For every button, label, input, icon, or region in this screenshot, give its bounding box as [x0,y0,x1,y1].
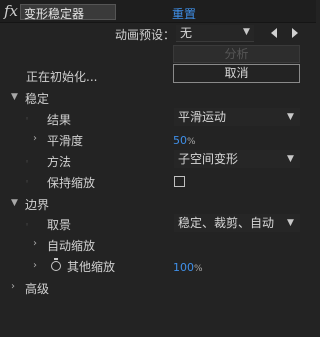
timeline-tick-mark: ◦ [25,221,30,229]
stabilization-section-title[interactable]: 稳定 [25,90,49,107]
framing-label: 取景 [47,218,72,232]
smoothness-unit: % [187,137,196,147]
reset-link[interactable]: 重置 [172,5,196,22]
chevron-down-icon: ▼ [287,112,294,122]
cancel-button[interactable]: 取消 [173,64,300,83]
result-value: 平滑运动 [178,110,227,124]
method-select[interactable]: 子空间变形 [174,150,300,168]
chevron-down-icon[interactable]: ▼ [11,92,18,102]
fx-toggle-icon[interactable]: fx [4,2,18,20]
additional-scale-number[interactable]: 100 [173,261,194,274]
chevron-right-icon[interactable]: › [33,260,37,271]
chevron-right-icon[interactable]: › [33,238,37,249]
result-label: 结果 [47,113,72,127]
stopwatch-icon[interactable] [51,261,61,271]
stopwatch-icon-top [54,258,58,260]
additional-scale-unit: % [194,264,203,274]
method-value: 子空间变形 [178,152,239,166]
chevron-right-icon[interactable]: › [11,281,15,292]
framing-value: 稳定、裁剪、自动 [178,216,275,230]
chevron-down-icon[interactable]: ▼ [11,198,18,208]
previous-preset-icon[interactable] [271,28,277,38]
smoothness-label: 平滑度 [47,134,84,148]
chevron-right-icon[interactable]: › [33,133,37,144]
framing-select[interactable]: 稳定、裁剪、自动 [174,214,300,232]
chevron-down-icon: ▼ [287,154,294,164]
analyze-button[interactable]: 分析 [173,45,300,63]
timeline-tick-mark: ◦ [25,158,30,166]
auto-scale-label[interactable]: 自动缩放 [47,237,95,254]
advanced-section-title[interactable]: 高级 [25,280,49,297]
timeline-tick-mark: ◦ [25,178,30,186]
animation-preset-label: 动画预设： [115,28,176,42]
animation-preset-value: 无 [180,26,193,40]
preserve-scale-label: 保持缩放 [47,176,96,190]
timeline-tick-mark: ◦ [25,115,30,123]
result-select[interactable]: 平滑运动 [174,108,300,126]
chevron-down-icon: ▼ [287,218,294,228]
initializing-status: 正在初始化... [26,70,98,84]
additional-scale-value[interactable]: 100% [173,261,203,274]
method-label: 方法 [47,155,72,169]
effect-title: 变形稳定器 [24,7,85,21]
additional-scale-label: 其他缩放 [67,260,116,274]
borders-section-title[interactable]: 边界 [25,196,49,213]
chevron-down-icon: ▼ [243,27,250,37]
smoothness-number[interactable]: 50 [173,134,187,147]
next-preset-icon[interactable] [292,28,298,38]
smoothness-value[interactable]: 50% [173,134,196,147]
preserve-scale-checkbox[interactable] [174,176,185,187]
